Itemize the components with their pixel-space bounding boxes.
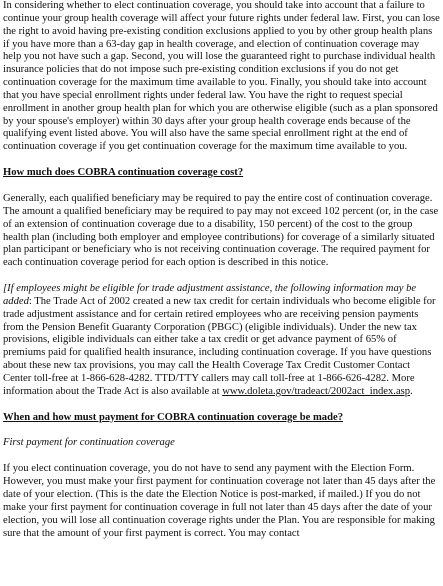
subheading-first-payment: First payment for continuation coverage xyxy=(3,437,175,449)
heading-cobra-cost: How much does COBRA continuation coverag… xyxy=(3,167,244,179)
paragraph-cobra-cost: Generally, each qualified beneficiary ma… xyxy=(3,192,439,269)
trade-act-end: . xyxy=(410,385,413,397)
paragraph-trade-act: [If employees might be eligible for trad… xyxy=(3,283,440,399)
heading-payment: When and how must payment for COBRA cont… xyxy=(3,411,343,423)
document-page: In considering whether to elect continua… xyxy=(3,0,440,540)
trade-act-link[interactable]: www.doleta.gov/tradeact/2002act_index.as… xyxy=(222,386,410,397)
trade-act-body: : The Trade Act of 2002 created a new ta… xyxy=(3,295,436,397)
paragraph-future-rights: In considering whether to elect continua… xyxy=(3,0,440,153)
paragraph-first-payment: If you elect continuation coverage, you … xyxy=(3,463,436,539)
